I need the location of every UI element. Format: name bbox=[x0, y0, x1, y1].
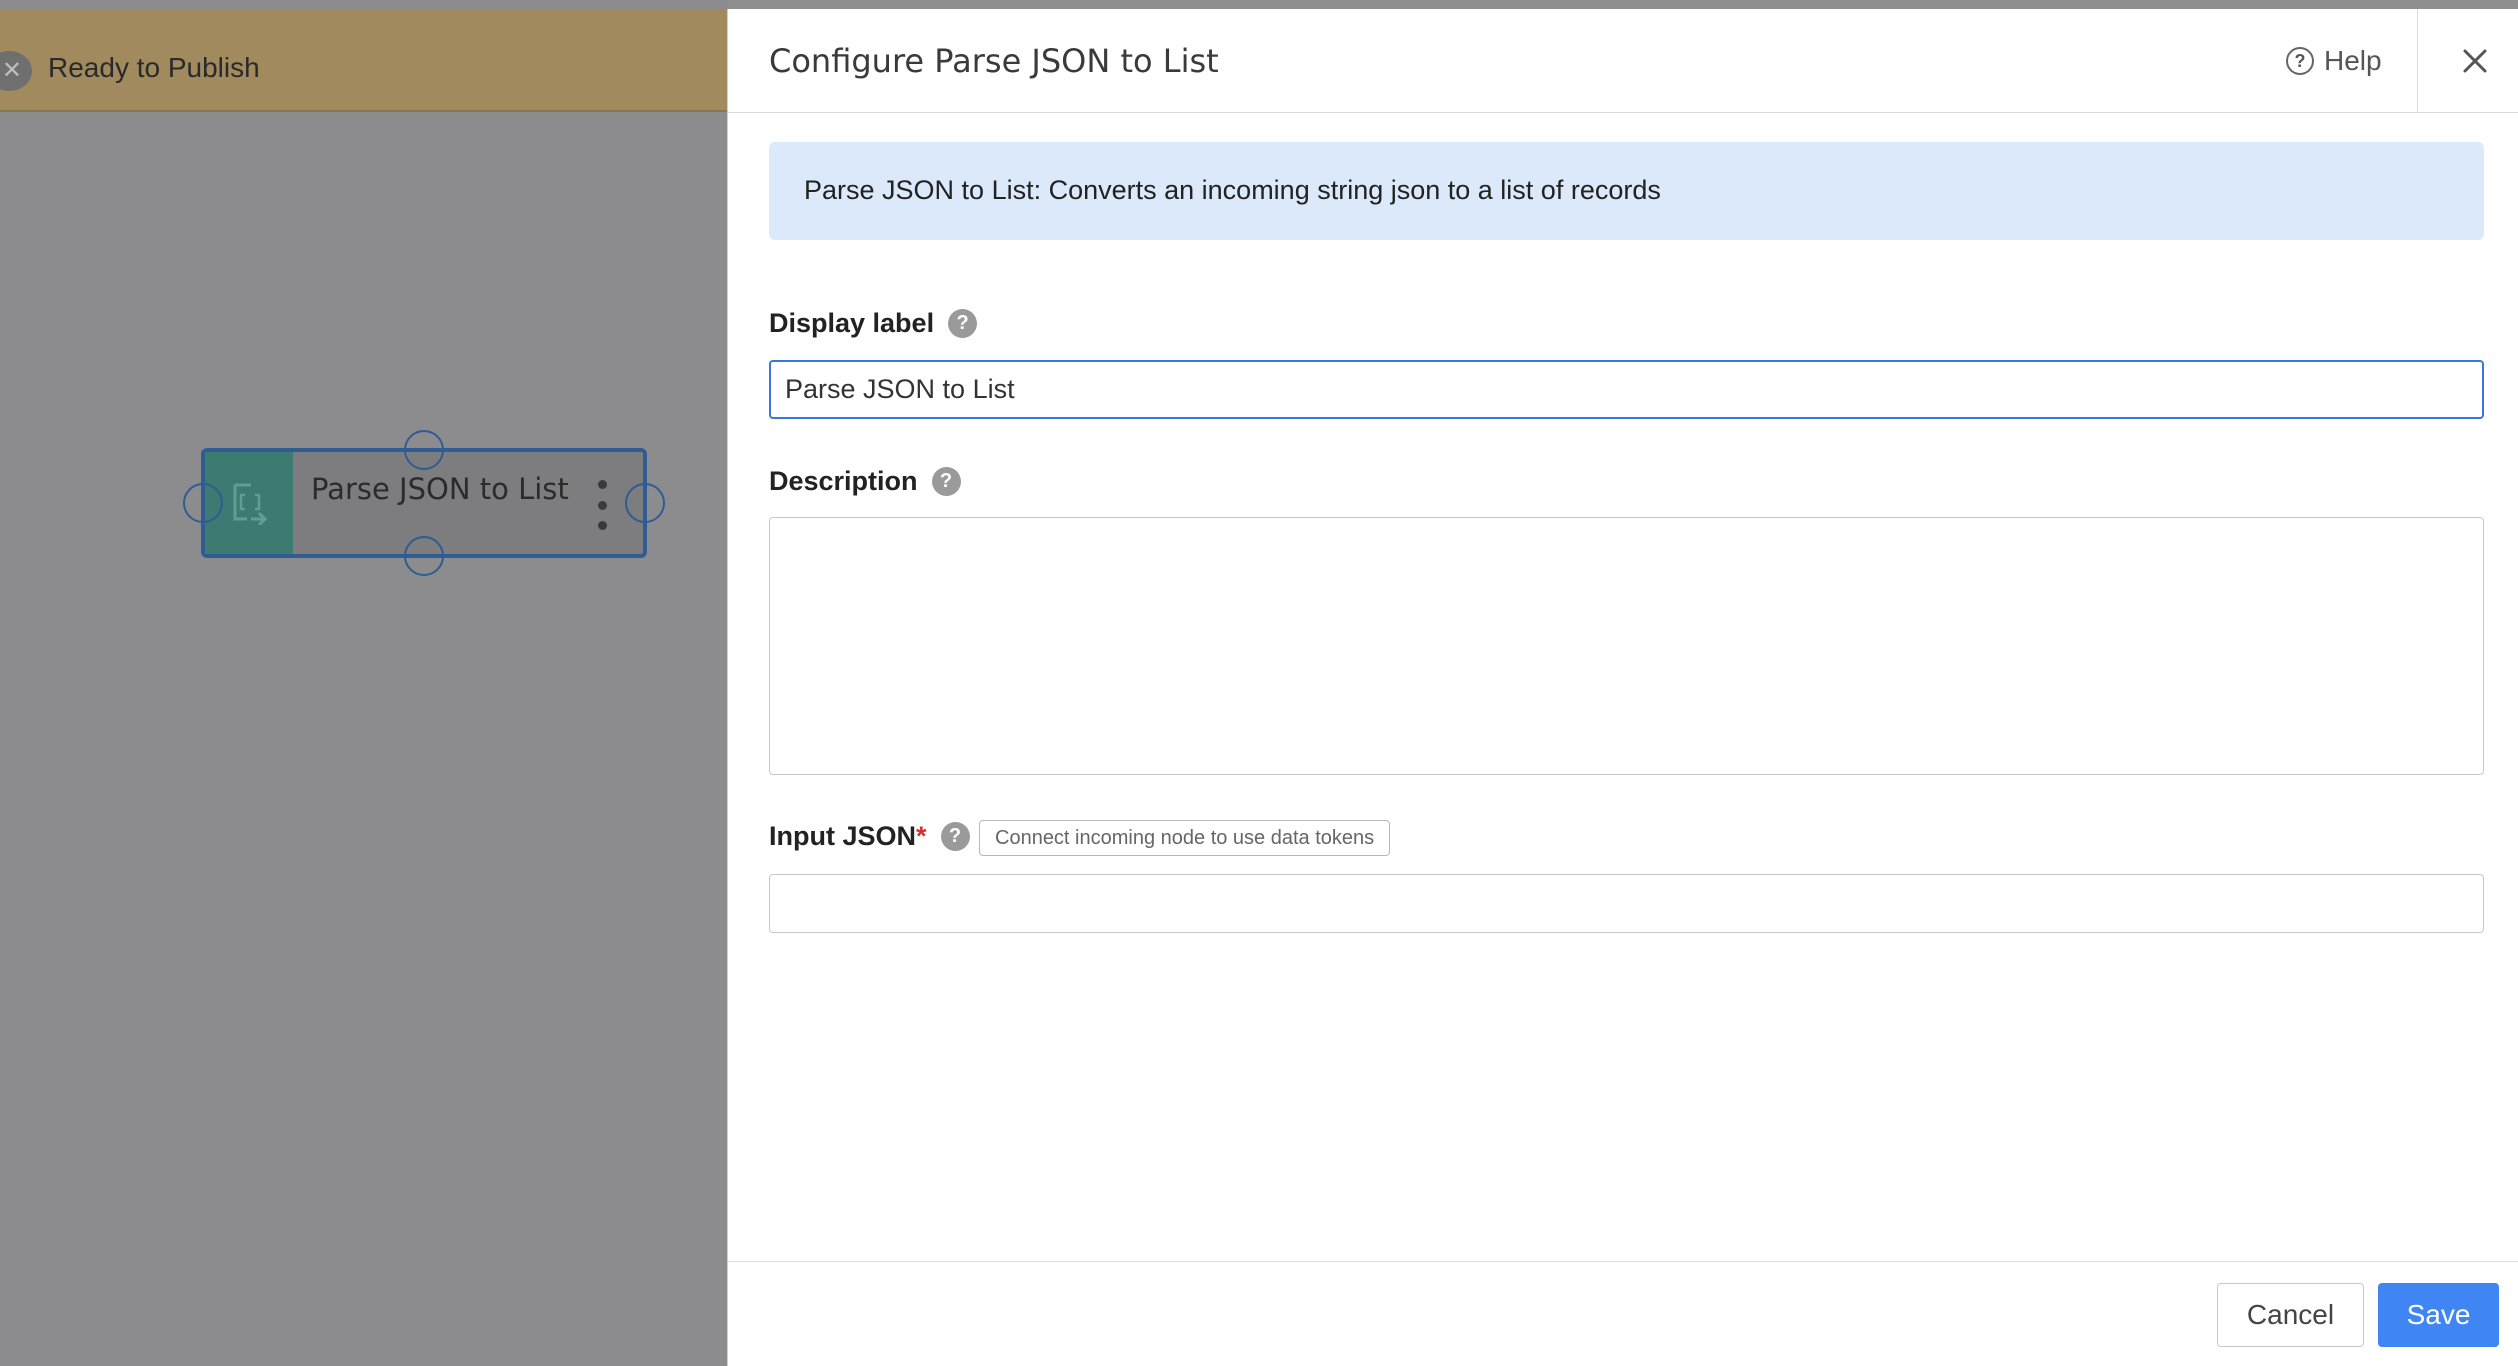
required-marker: * bbox=[916, 821, 927, 851]
node-menu-icon[interactable] bbox=[595, 480, 609, 530]
close-icon bbox=[2463, 49, 2487, 73]
node-port-bottom[interactable] bbox=[404, 536, 444, 576]
question-icon[interactable]: ? bbox=[940, 822, 970, 851]
save-button[interactable]: Save bbox=[2378, 1283, 2499, 1347]
banner-text: Ready to Publish bbox=[48, 52, 260, 83]
panel-footer: Cancel Save bbox=[728, 1261, 2518, 1366]
close-button[interactable] bbox=[2453, 39, 2497, 83]
status-banner: ✕ Ready to Publish bbox=[0, 9, 727, 112]
question-icon[interactable]: ? bbox=[948, 309, 978, 338]
description-label-text: Description bbox=[769, 466, 918, 496]
input-json-label-text: Input JSON bbox=[769, 821, 916, 851]
node-port-top[interactable] bbox=[404, 430, 444, 470]
node-port-left[interactable] bbox=[183, 483, 223, 523]
help-icon: ? bbox=[2286, 47, 2314, 75]
description-label: Description ? bbox=[769, 466, 961, 497]
data-token-hint: Connect incoming node to use data tokens bbox=[979, 820, 1391, 856]
parse-json-list-icon bbox=[233, 483, 268, 525]
description-input[interactable] bbox=[769, 517, 2484, 775]
workflow-canvas[interactable]: ✕ Ready to Publish Parse JSON to List bbox=[0, 0, 727, 1366]
display-label-text: Display label bbox=[769, 308, 935, 338]
menu-dot bbox=[597, 480, 607, 489]
cancel-button[interactable]: Cancel bbox=[2217, 1283, 2364, 1347]
input-json-field[interactable] bbox=[769, 874, 2484, 933]
panel-header: Configure Parse JSON to List ? Help bbox=[728, 9, 2518, 113]
help-label: Help bbox=[2324, 45, 2382, 76]
menu-dot bbox=[597, 521, 607, 530]
banner-close-icon[interactable]: ✕ bbox=[0, 51, 32, 91]
help-button[interactable]: ? Help bbox=[2286, 41, 2382, 81]
configure-panel: Configure Parse JSON to List ? Help Pars… bbox=[727, 9, 2518, 1366]
input-json-label: Input JSON * ? bbox=[769, 821, 970, 852]
node-port-right[interactable] bbox=[625, 483, 665, 523]
info-box: Parse JSON to List: Converts an incoming… bbox=[769, 142, 2484, 240]
panel-title: Configure Parse JSON to List bbox=[769, 42, 1219, 80]
display-label-label: Display label ? bbox=[769, 308, 978, 339]
info-text: Parse JSON to List: Converts an incoming… bbox=[804, 175, 1661, 205]
header-divider bbox=[2417, 9, 2418, 113]
menu-dot bbox=[597, 500, 607, 510]
question-icon[interactable]: ? bbox=[931, 467, 961, 496]
node-label: Parse JSON to List bbox=[311, 472, 569, 506]
display-label-input[interactable] bbox=[769, 360, 2484, 419]
